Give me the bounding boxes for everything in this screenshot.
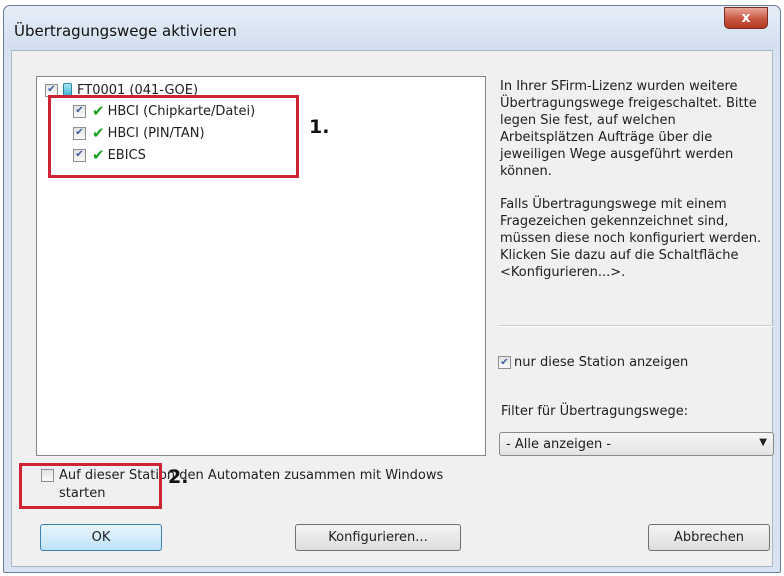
chevron-down-icon: ▼	[759, 437, 767, 448]
configure-button-label: Konfigurieren...	[328, 530, 428, 545]
annotation-highlight-routes	[48, 95, 299, 178]
annotation-step-2: 2.	[168, 466, 189, 488]
close-button[interactable]: x	[724, 7, 768, 29]
close-icon: x	[741, 10, 751, 26]
station-only-checkbox[interactable]	[498, 356, 511, 369]
cancel-button[interactable]: Abbrechen	[648, 524, 770, 551]
info-paragraph: Falls Übertragungswege mit einem Frageze…	[500, 197, 762, 280]
title-bar: Übertragungswege aktivieren x	[4, 6, 780, 50]
station-only-option[interactable]: nur diese Station anzeigen	[498, 355, 688, 370]
configure-button[interactable]: Konfigurieren...	[295, 524, 461, 551]
annotation-highlight-ok	[19, 463, 162, 509]
info-text: In Ihrer SFirm-Lizenz wurden weitere Übe…	[500, 78, 768, 297]
station-only-label: nur diese Station anzeigen	[514, 355, 689, 370]
window-title: Übertragungswege aktivieren	[14, 22, 237, 40]
filter-label: Filter für Übertragungswege:	[501, 404, 689, 419]
route-filter-value: - Alle anzeigen -	[506, 436, 612, 452]
ok-button-label: OK	[91, 530, 111, 545]
ok-button[interactable]: OK	[40, 524, 162, 551]
info-paragraph: In Ihrer SFirm-Lizenz wurden weitere Übe…	[500, 79, 757, 179]
separator	[499, 325, 773, 327]
cancel-button-label: Abbrechen	[673, 530, 745, 545]
route-filter-select[interactable]: - Alle anzeigen - ▼	[499, 432, 774, 456]
annotation-step-1: 1.	[309, 116, 330, 138]
